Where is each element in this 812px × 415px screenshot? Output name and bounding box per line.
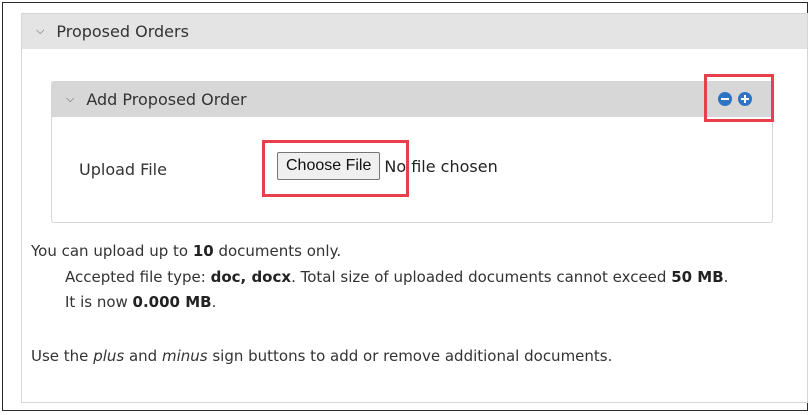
proposed-orders-panel: ⌵ Proposed Orders ⌵ Add Proposed Order U…: [21, 13, 808, 403]
chevron-down-icon[interactable]: ⌵: [66, 92, 74, 106]
info-text: You can upload up to: [31, 242, 193, 260]
max-size-value: 50 MB: [671, 268, 724, 286]
current-size-text: It is now 0.000 MB.: [65, 293, 216, 311]
info-text: documents only.: [213, 242, 342, 260]
plus-circle-icon[interactable]: [738, 92, 752, 106]
file-input: Choose File No file chosen: [277, 152, 498, 180]
info-text: Use the: [31, 347, 94, 365]
upload-file-label: Upload File: [79, 160, 167, 179]
info-text: .: [723, 268, 729, 286]
add-remove-buttons: [718, 92, 752, 106]
file-type-text: Accepted file type: doc, docx. Total siz…: [65, 268, 728, 286]
plus-word: plus: [93, 347, 125, 365]
info-text: . Total size of uploaded documents canno…: [291, 268, 672, 286]
info-text: and: [124, 347, 162, 365]
upload-limit-text: You can upload up to 10 documents only.: [31, 242, 341, 260]
plus-minus-help-text: Use the plus and minus sign buttons to a…: [31, 347, 612, 365]
add-proposed-order-panel: ⌵ Add Proposed Order Upload File Choose …: [51, 81, 773, 223]
chevron-down-icon[interactable]: ⌵: [36, 24, 44, 38]
info-text: Accepted file type:: [65, 268, 211, 286]
info-text: .: [211, 293, 217, 311]
info-text: It is now: [65, 293, 133, 311]
file-types-value: doc, docx: [210, 268, 292, 286]
current-size-value: 0.000 MB: [132, 293, 212, 311]
minus-circle-icon[interactable]: [718, 92, 732, 106]
proposed-orders-title: Proposed Orders: [56, 22, 189, 41]
choose-file-button[interactable]: Choose File: [277, 152, 381, 180]
file-status: No file chosen: [384, 156, 498, 176]
max-docs-value: 10: [192, 242, 214, 260]
add-proposed-order-header[interactable]: ⌵ Add Proposed Order: [52, 82, 772, 117]
minus-word: minus: [161, 347, 208, 365]
add-proposed-order-title: Add Proposed Order: [86, 90, 247, 109]
proposed-orders-header[interactable]: ⌵ Proposed Orders: [22, 14, 807, 49]
info-text: sign buttons to add or remove additional…: [207, 347, 613, 365]
